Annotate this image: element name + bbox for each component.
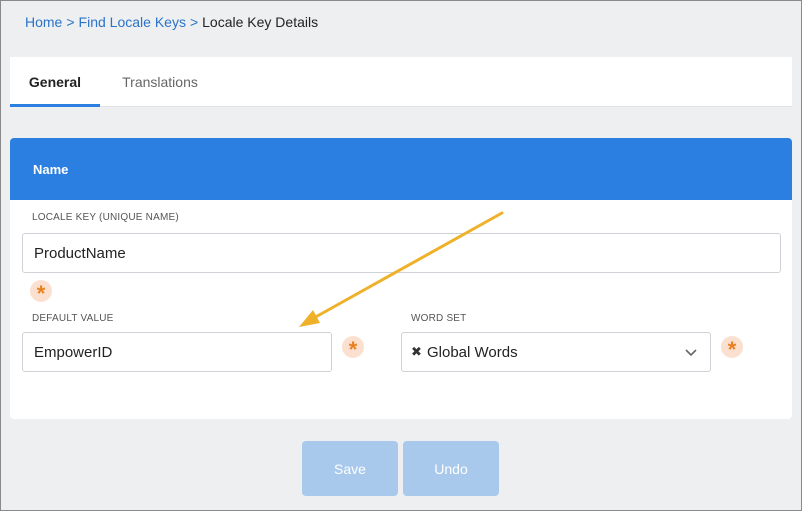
card-header: Name <box>10 138 792 200</box>
breadcrumb-current: Locale Key Details <box>202 14 319 30</box>
tab-general[interactable]: General <box>10 57 100 107</box>
breadcrumb-home-link[interactable]: Home <box>25 14 62 30</box>
locale-key-label: LOCALE KEY (UNIQUE NAME) <box>32 212 179 223</box>
name-card: Name LOCALE KEY (UNIQUE NAME) * DEFAULT … <box>10 138 792 419</box>
word-set-value: Global Words <box>427 344 518 361</box>
required-marker-icon: * <box>342 336 364 358</box>
locale-key-input[interactable] <box>22 233 781 273</box>
default-value-input[interactable] <box>22 332 332 372</box>
card-title: Name <box>33 162 69 177</box>
breadcrumb: Home > Find Locale Keys > Locale Key Details <box>25 14 318 30</box>
word-set-select[interactable]: ✖ Global Words <box>401 332 711 372</box>
breadcrumb-separator: > <box>66 14 75 30</box>
required-marker-icon: * <box>30 280 52 302</box>
word-set-label: WORD SET <box>411 313 467 324</box>
save-button[interactable]: Save <box>302 441 398 496</box>
chevron-down-icon[interactable] <box>684 345 698 359</box>
clear-icon[interactable]: ✖ <box>411 344 422 360</box>
tab-bar: General Translations <box>10 57 792 107</box>
tab-translations[interactable]: Translations <box>110 57 210 107</box>
breadcrumb-find-locale-keys-link[interactable]: Find Locale Keys <box>79 14 186 30</box>
required-marker-icon: * <box>721 336 743 358</box>
default-value-label: DEFAULT VALUE <box>32 313 114 324</box>
undo-button[interactable]: Undo <box>403 441 499 496</box>
breadcrumb-separator: > <box>189 14 199 30</box>
